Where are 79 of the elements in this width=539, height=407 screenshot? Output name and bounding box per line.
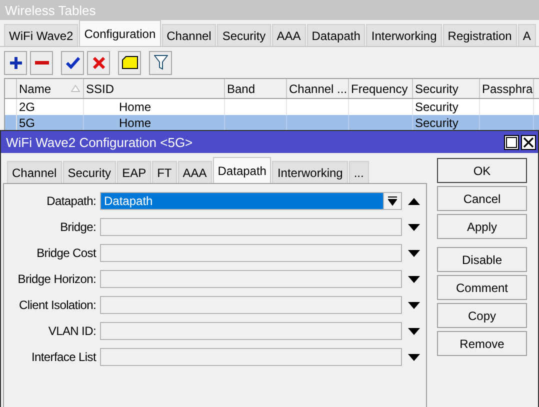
tab[interactable]: Interworking (272, 161, 348, 183)
column-header[interactable]: Name (17, 79, 84, 98)
field-label: Bridge Horizon: (16, 272, 96, 286)
checkmark-icon (66, 56, 80, 68)
input-field[interactable] (100, 348, 402, 366)
tab[interactable]: Registration (442, 24, 517, 46)
tab[interactable]: WiFi Wave2 (4, 24, 78, 46)
dialog-button[interactable]: Copy (437, 303, 527, 328)
expand-arrow-icon[interactable] (408, 276, 420, 282)
remove-button[interactable] (30, 50, 53, 74)
minus-icon (34, 60, 48, 64)
table-cell: Home (119, 100, 152, 114)
column-header[interactable]: SSID (84, 79, 225, 98)
field-label: Bridge: (59, 220, 96, 234)
add-button[interactable] (4, 50, 27, 74)
column-header[interactable]: Security (413, 79, 480, 98)
tab[interactable]: Interworking (366, 24, 442, 46)
expand-arrow-icon[interactable] (408, 224, 420, 230)
field-label: Datapath: (46, 194, 96, 208)
enable-button[interactable] (61, 50, 84, 74)
field-label: VLAN ID: (47, 324, 96, 338)
filter-button[interactable] (149, 50, 172, 74)
column-header[interactable]: Channel ... (287, 79, 349, 98)
tab[interactable]: ... (348, 161, 369, 183)
tab[interactable]: EAP (117, 161, 152, 183)
tab[interactable]: Configuration (79, 20, 161, 46)
table-cell: Home (119, 116, 152, 130)
dialog-button[interactable]: Remove (437, 331, 527, 356)
comment-button[interactable] (118, 50, 141, 74)
close-icon (523, 136, 534, 148)
expand-arrow-icon[interactable] (408, 354, 420, 360)
dialog-button[interactable]: Cancel (437, 186, 527, 211)
table-cell: 2G (19, 100, 36, 114)
window-title: WiFi Wave2 Configuration <5G> (6, 134, 194, 150)
down-arrow-icon (388, 196, 397, 206)
cross-icon (92, 56, 104, 68)
collapse-arrow-icon[interactable] (408, 198, 420, 204)
sort-icon (71, 85, 80, 92)
table-row[interactable]: 5G Home Security (5, 115, 539, 130)
tab[interactable]: FT (152, 161, 177, 183)
tab[interactable]: Security (217, 24, 271, 46)
expand-arrow-icon[interactable] (408, 328, 420, 334)
column-header[interactable]: Band (225, 79, 287, 98)
funnel-icon (154, 55, 168, 70)
dialog-button[interactable]: Disable (437, 247, 527, 272)
input-field[interactable] (100, 244, 402, 262)
dialog-button[interactable]: Apply (437, 214, 527, 239)
expand-arrow-icon[interactable] (408, 302, 420, 308)
dialog-button[interactable]: OK (437, 158, 527, 183)
note-icon (122, 56, 138, 69)
plus-icon (8, 56, 22, 70)
table-cell: Security (415, 100, 458, 114)
input-field[interactable]: Datapath (100, 192, 402, 210)
expand-arrow-icon[interactable] (408, 250, 420, 256)
column-header[interactable]: Passphra (480, 79, 534, 98)
field-label: Client Isolation: (18, 298, 96, 312)
tab[interactable]: AAA (272, 24, 306, 46)
maximize-button[interactable] (504, 134, 519, 150)
input-field[interactable] (100, 322, 402, 340)
input-field[interactable] (100, 218, 402, 236)
tab[interactable]: Security (62, 161, 116, 183)
column-header[interactable]: Frequency (349, 79, 413, 98)
field-label: Bridge Cost (36, 246, 96, 260)
tab[interactable]: Datapath (306, 24, 366, 46)
dialog-button[interactable]: Comment (437, 275, 527, 300)
table-cell: 5G (19, 116, 36, 130)
tab[interactable]: AAA (178, 161, 212, 183)
close-button[interactable] (521, 134, 536, 150)
table-cell: Security (415, 116, 458, 130)
input-field[interactable] (100, 296, 402, 314)
field-label: Interface List (30, 350, 96, 364)
input-field[interactable] (100, 270, 402, 288)
maximize-icon (506, 136, 517, 148)
tab[interactable]: Channel (7, 161, 62, 183)
tab[interactable]: A (518, 24, 536, 46)
tab[interactable]: Datapath (212, 157, 272, 183)
window-title: Wireless Tables (5, 2, 97, 18)
disable-button[interactable] (87, 50, 110, 74)
tab[interactable]: Channel (162, 24, 216, 46)
